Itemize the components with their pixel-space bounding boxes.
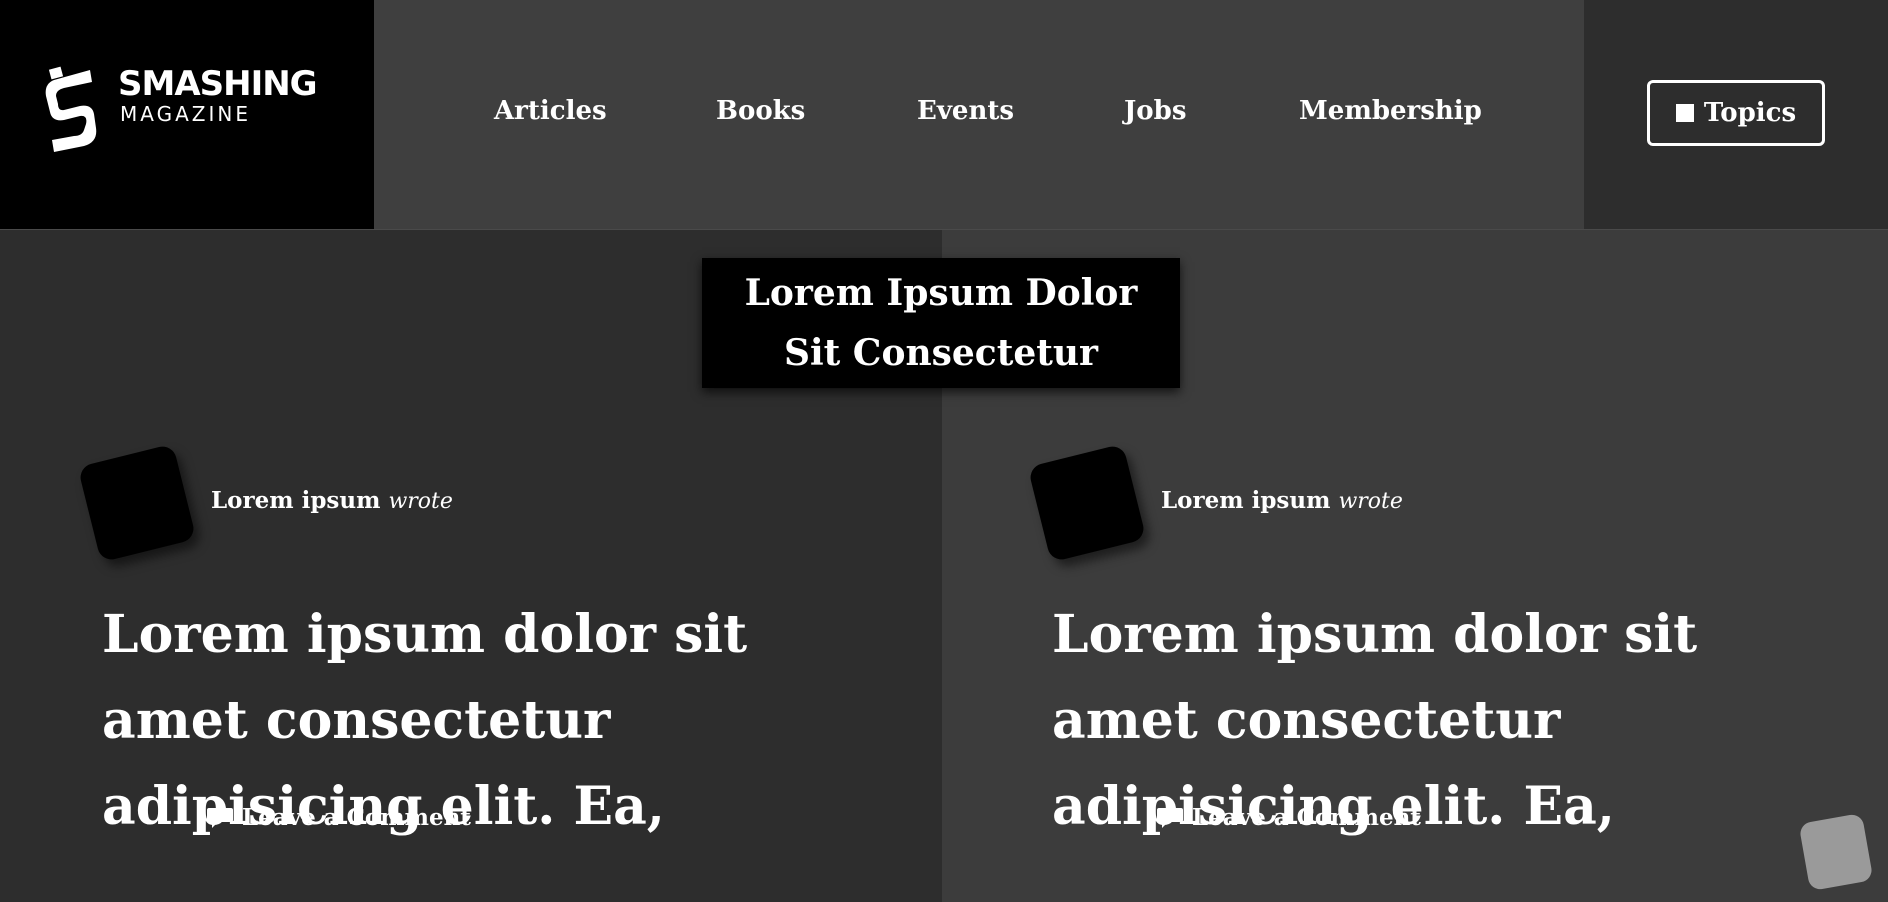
leave-comment-link[interactable]: Leave a Comment — [206, 804, 471, 831]
nav-books[interactable]: Books — [716, 96, 805, 126]
logo-area[interactable]: SMASHING MAGAZINE — [0, 0, 374, 229]
leave-comment-link[interactable]: Leave a Comment — [1156, 804, 1421, 831]
logo-wordmark-primary: SMASHING — [118, 64, 318, 104]
author-byline: Lorem ipsum wrote — [1161, 487, 1403, 514]
author-verb: wrote — [1338, 489, 1403, 514]
smashing-logo-icon — [45, 66, 97, 152]
author-name[interactable]: Lorem ipsum — [1161, 487, 1330, 514]
leave-comment-label: Leave a Comment — [242, 804, 471, 831]
topics-button[interactable]: Topics — [1647, 80, 1825, 146]
nav-articles[interactable]: Articles — [494, 96, 607, 126]
post-title-text[interactable]: Lorem ipsum dolor sit amet consectetur a… — [1052, 604, 1697, 837]
section-title: Lorem Ipsum Dolor Sit Consectetur — [702, 258, 1180, 388]
nav-events[interactable]: Events — [917, 96, 1014, 126]
header-divider — [0, 229, 1888, 230]
floating-action-badge[interactable] — [1798, 812, 1874, 892]
post-title-text[interactable]: Lorem ipsum dolor sit amet consectetur a… — [102, 604, 747, 837]
nav-jobs[interactable]: Jobs — [1124, 96, 1186, 126]
leave-comment-label: Leave a Comment — [1192, 804, 1421, 831]
logo-wordmark-secondary: MAGAZINE — [120, 102, 251, 126]
author-byline: Lorem ipsum wrote — [211, 487, 453, 514]
author-verb: wrote — [388, 489, 453, 514]
author-name[interactable]: Lorem ipsum — [211, 487, 380, 514]
comment-bubble-icon — [207, 807, 233, 828]
topics-label: Topics — [1703, 98, 1797, 128]
square-icon — [1675, 104, 1694, 122]
nav-membership[interactable]: Membership — [1299, 96, 1482, 126]
site-header: SMASHING MAGAZINE Articles Books Events … — [0, 0, 1888, 229]
comment-bubble-icon — [1157, 807, 1183, 828]
